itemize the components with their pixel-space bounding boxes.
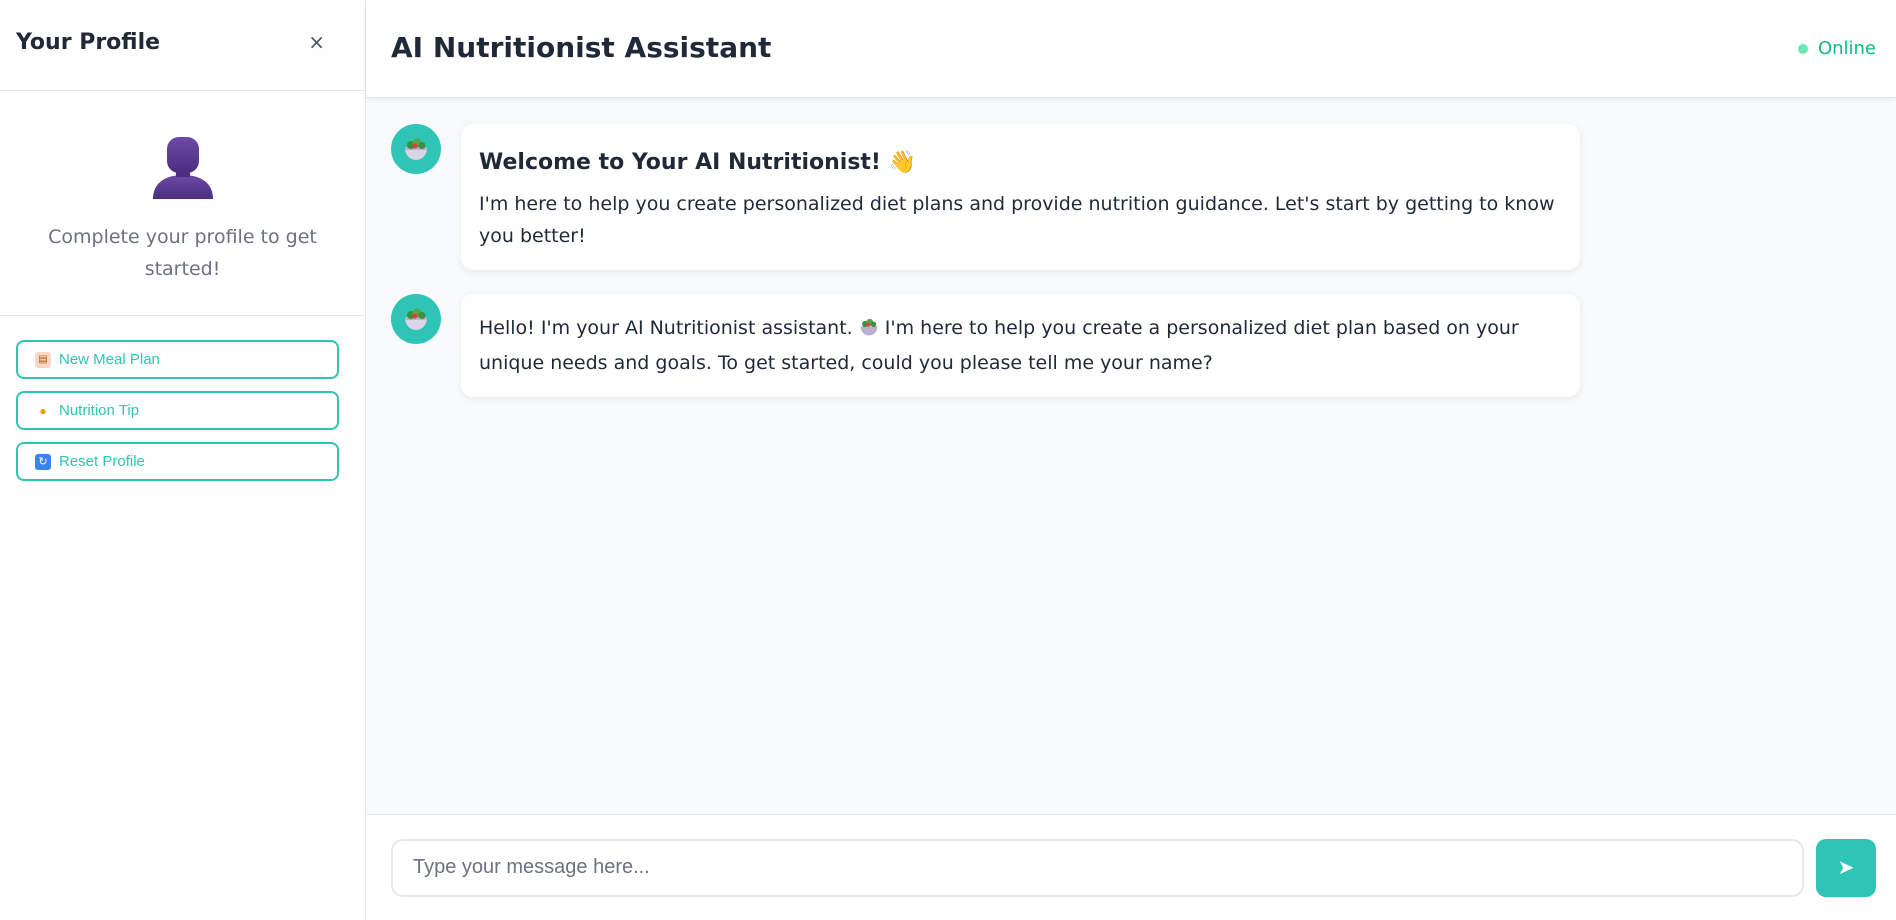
message-bubble: Hello! I'm your AI Nutritionist assistan…	[461, 294, 1580, 397]
new-meal-plan-label: New Meal Plan	[59, 351, 160, 368]
reset-profile-label: Reset Profile	[59, 453, 145, 470]
user-avatar-icon	[152, 137, 213, 199]
message-heading: Welcome to Your AI Nutritionist! 👋	[479, 150, 917, 175]
send-button[interactable]: ➤	[1816, 838, 1876, 897]
message-text-start: Hello! I'm your AI Nutritionist assistan…	[479, 317, 853, 339]
status-indicator: Online	[1797, 38, 1876, 59]
close-sidebar-button[interactable]: ×	[308, 32, 325, 52]
message-list: Welcome to Your AI Nutritionist! 👋 I'm h…	[366, 98, 1896, 814]
app: Your Profile × Complete your profile to …	[0, 0, 1896, 920]
message-bubble: Welcome to Your AI Nutritionist! 👋 I'm h…	[461, 124, 1580, 270]
new-meal-plan-button[interactable]: ▤ New Meal Plan	[16, 340, 339, 379]
reset-icon: ↻	[35, 453, 51, 470]
status-dot-icon	[1797, 43, 1808, 54]
message-composer: ➤	[366, 814, 1896, 920]
chat-main: AI Nutritionist Assistant Online Welcome…	[366, 0, 1896, 920]
sidebar-title: Your Profile	[16, 29, 161, 55]
message-input[interactable]	[391, 838, 1804, 897]
chat-header: AI Nutritionist Assistant Online	[366, 0, 1896, 98]
profile-sidebar: Your Profile × Complete your profile to …	[0, 0, 366, 920]
nutrition-tip-button[interactable]: ● Nutrition Tip	[16, 391, 339, 430]
salad-icon	[859, 315, 879, 347]
quick-actions: ▤ New Meal Plan ● Nutrition Tip ↻ Reset …	[0, 316, 365, 481]
page-title: AI Nutritionist Assistant	[391, 31, 772, 64]
lightbulb-icon: ●	[39, 403, 47, 418]
salad-icon	[391, 124, 441, 174]
nutrition-tip-label: Nutrition Tip	[59, 402, 140, 419]
message-text: I'm here to help you create personalized…	[479, 193, 1555, 247]
profile-prompt: Complete your profile to get started!	[48, 226, 317, 280]
chat-message: Welcome to Your AI Nutritionist! 👋 I'm h…	[391, 124, 1896, 270]
sidebar-header: Your Profile ×	[0, 0, 365, 91]
chat-message: Hello! I'm your AI Nutritionist assistan…	[391, 294, 1896, 397]
salad-icon	[391, 294, 441, 344]
status-label: Online	[1817, 38, 1876, 59]
profile-section: Complete your profile to get started!	[0, 91, 365, 316]
reset-profile-button[interactable]: ↻ Reset Profile	[16, 442, 339, 481]
message-text: Hello! I'm your AI Nutritionist assistan…	[479, 312, 1562, 379]
clipboard-icon: ▤	[35, 351, 51, 368]
